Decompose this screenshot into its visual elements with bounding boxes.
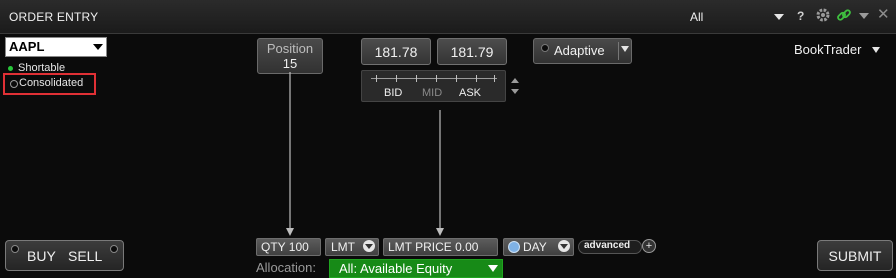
quantity-value: QTY 100 (261, 240, 309, 254)
allocation-label: Allocation: (256, 260, 316, 275)
advanced-label: advanced (584, 240, 631, 251)
position-display: Position 15 (257, 38, 323, 74)
chevron-down-icon[interactable] (363, 240, 375, 252)
title-bar: ORDER ENTRY All ? ✕ (0, 0, 896, 34)
buy-sell-toggle[interactable]: BUY SELL (5, 240, 124, 271)
gear-icon[interactable] (815, 7, 831, 23)
ask-price-button[interactable]: 181.79 (437, 38, 507, 65)
slider-tick (476, 75, 477, 82)
quantity-field[interactable]: QTY 100 (256, 238, 321, 256)
chevron-down-icon[interactable] (93, 44, 103, 50)
slider-tick (416, 75, 417, 82)
allocation-value: All: Available Equity (339, 261, 453, 276)
slider-tick (396, 75, 397, 82)
buy-button[interactable]: BUY (27, 248, 56, 264)
time-in-force-selector[interactable]: DAY (503, 238, 574, 256)
allocation-selector[interactable]: All: Available Equity (329, 259, 503, 278)
consolidated-label: Consolidated (19, 77, 84, 89)
position-label: Position (266, 41, 314, 56)
slider-tick (436, 75, 437, 82)
spin-down-icon[interactable] (511, 89, 519, 94)
radio-icon[interactable] (541, 44, 549, 52)
radio-icon[interactable] (10, 80, 18, 88)
submit-button[interactable]: SUBMIT (817, 240, 893, 271)
bid-price: 181.78 (374, 44, 418, 60)
advanced-button[interactable]: advanced (578, 240, 642, 254)
position-value: 15 (282, 56, 298, 71)
slider-tick (456, 75, 457, 82)
order-type-value: LMT (331, 240, 355, 254)
algo-selector[interactable]: Adaptive (533, 38, 632, 64)
price-slider[interactable]: BID MID ASK (361, 70, 506, 102)
limit-price-value: LMT PRICE 0.00 (388, 240, 479, 254)
position-to-qty-arrow-icon (286, 72, 294, 236)
slider-track (371, 78, 497, 79)
chevron-down-icon[interactable] (558, 240, 570, 252)
order-type-selector[interactable]: LMT (325, 238, 379, 256)
window-menu-arrow-icon[interactable] (859, 13, 869, 19)
bid-label[interactable]: BID (384, 87, 402, 99)
ask-price: 181.79 (450, 44, 494, 60)
divider (618, 42, 619, 60)
slider-tick (376, 75, 377, 82)
shortable-status-dot-icon (8, 66, 13, 71)
booktrader-link[interactable]: BookTrader (794, 42, 861, 57)
bid-price-button[interactable]: 181.78 (361, 38, 431, 65)
chevron-down-icon[interactable] (621, 46, 629, 52)
consolidated-toggle[interactable]: Consolidated (3, 73, 96, 95)
chevron-down-icon[interactable] (872, 47, 880, 53)
add-icon[interactable]: + (642, 239, 656, 253)
mid-label[interactable]: MID (422, 87, 442, 99)
sell-button[interactable]: SELL (68, 248, 102, 264)
spin-up-icon[interactable] (511, 78, 519, 83)
close-icon[interactable]: ✕ (877, 7, 890, 23)
link-icon[interactable] (836, 7, 852, 23)
price-to-limit-arrow-icon (436, 110, 444, 236)
scope-selector-value[interactable]: All (690, 10, 703, 24)
time-in-force-value: DAY (523, 240, 547, 254)
radio-icon[interactable] (110, 245, 118, 253)
window-title: ORDER ENTRY (9, 10, 99, 24)
limit-price-field[interactable]: LMT PRICE 0.00 (383, 238, 498, 256)
clock-icon (508, 241, 520, 253)
help-button[interactable]: ? (797, 9, 804, 23)
slider-tick (494, 75, 495, 82)
symbol-selector[interactable]: AAPL (5, 37, 107, 57)
submit-label: SUBMIT (828, 248, 882, 264)
radio-icon[interactable] (11, 245, 19, 253)
chevron-down-icon[interactable] (488, 265, 498, 272)
scope-dropdown-arrow-icon[interactable] (774, 14, 784, 20)
symbol-ticker: AAPL (9, 39, 45, 54)
algo-label: Adaptive (554, 43, 605, 58)
ask-label[interactable]: ASK (459, 87, 481, 99)
